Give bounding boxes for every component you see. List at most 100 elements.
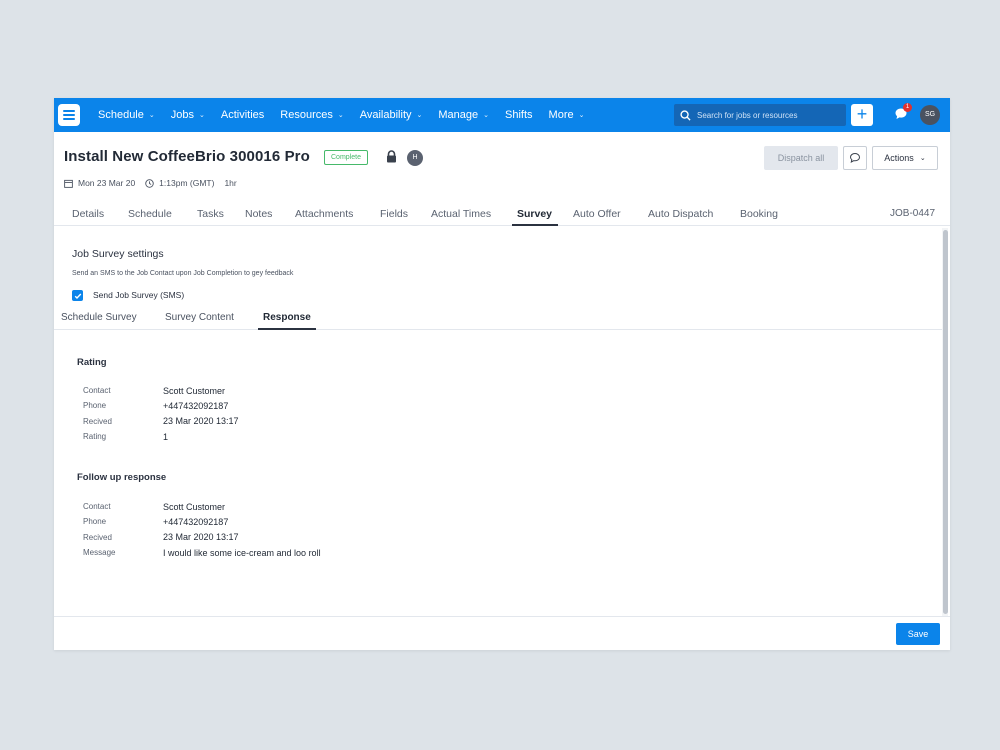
rating-contact: Scott Customer xyxy=(163,385,226,396)
nav-item-label: Manage xyxy=(438,109,479,121)
nav-item-schedule[interactable]: Schedule ⌄ xyxy=(98,109,155,121)
detail-row: Contact Scott Customer xyxy=(83,383,483,398)
chevron-down-icon: ⌄ xyxy=(483,112,490,119)
assignee-avatar[interactable]: H xyxy=(407,150,423,166)
nav-item-resources[interactable]: Resources ⌄ xyxy=(280,109,343,121)
user-avatar[interactable]: SG xyxy=(920,105,940,125)
rating-section-title: Rating xyxy=(77,357,107,368)
job-date: Mon 23 Mar 20 xyxy=(78,178,136,188)
actions-label: Actions xyxy=(884,153,914,163)
notification-badge: 1 xyxy=(903,103,912,112)
menu-logo-icon[interactable] xyxy=(58,104,80,126)
notifications-button[interactable]: 1 xyxy=(893,103,912,124)
detail-label: Message xyxy=(83,548,116,558)
tab-schedule[interactable]: Schedule xyxy=(128,208,172,220)
dispatch-all-button[interactable]: Dispatch all xyxy=(764,146,838,170)
detail-row: Message I would like some ice-cream and l… xyxy=(83,545,483,560)
chevron-down-icon: ⌄ xyxy=(416,112,423,119)
chevron-down-icon: ⌄ xyxy=(199,112,205,119)
search-box xyxy=(674,104,846,126)
nav-item-jobs[interactable]: Jobs ⌄ xyxy=(171,109,205,121)
add-button[interactable]: + xyxy=(851,104,873,126)
nav-item-label: Resources xyxy=(280,109,333,121)
detail-label: Recived xyxy=(83,532,112,542)
detail-label: Phone xyxy=(83,401,107,411)
follow-up-contact: Scott Customer xyxy=(163,501,226,512)
calendar-icon xyxy=(64,179,73,188)
send-survey-label: Send Job Survey (SMS) xyxy=(93,290,185,300)
active-tab-indicator xyxy=(512,224,558,226)
tab-actual-times[interactable]: Actual Times xyxy=(431,208,491,220)
nav-item-shifts[interactable]: Shifts xyxy=(505,109,533,121)
detail-row: Phone +447432092187 xyxy=(83,398,483,413)
search-icon xyxy=(680,109,691,121)
survey-subtabs: Schedule Survey Survey Content Response xyxy=(54,310,942,330)
job-tabs: Details Schedule Tasks Notes Attachments… xyxy=(54,202,950,226)
detail-label: Recived xyxy=(83,416,112,426)
tab-details[interactable]: Details xyxy=(72,208,104,220)
search-input[interactable] xyxy=(697,110,837,120)
rating-received: 23 Mar 2020 13:17 xyxy=(163,416,239,427)
page-title: Install New CoffeeBrio 300016 Pro xyxy=(64,148,310,165)
tab-attachments[interactable]: Attachments xyxy=(295,208,353,220)
rating-value: 1 xyxy=(163,431,169,442)
tab-booking[interactable]: Booking xyxy=(740,208,778,220)
follow-up-section-title: Follow up response xyxy=(77,472,167,483)
check-icon xyxy=(74,293,81,299)
job-meta: Mon 23 Mar 20 1:13pm (GMT) 1hr xyxy=(64,178,237,188)
tab-response[interactable]: Response xyxy=(263,312,311,323)
clock-icon xyxy=(145,178,154,188)
detail-label: Rating xyxy=(83,432,107,442)
status-badge: Complete xyxy=(324,150,368,165)
follow-up-details: Contact Scott Customer Phone +447432092187… xyxy=(83,499,483,560)
survey-settings-description: Send an SMS to the Job Contact upon Job … xyxy=(72,270,294,277)
tab-fields[interactable]: Fields xyxy=(380,208,408,220)
scrollbar-thumb[interactable] xyxy=(943,230,948,614)
nav-item-activities[interactable]: Activities xyxy=(221,109,264,121)
tab-notes[interactable]: Notes xyxy=(245,208,272,220)
follow-up-phone: +447432092187 xyxy=(163,516,229,527)
nav-item-label: Activities xyxy=(220,109,265,121)
tab-auto-offer[interactable]: Auto Offer xyxy=(573,208,621,220)
tab-survey[interactable]: Survey xyxy=(517,208,552,220)
top-nav: Schedule ⌄ Jobs ⌄ Activities Resources ⌄ Av… xyxy=(54,98,950,132)
job-duration: 1hr xyxy=(224,178,237,188)
rating-phone: +447432092187 xyxy=(163,400,229,411)
tab-auto-dispatch[interactable]: Auto Dispatch xyxy=(648,208,713,220)
comment-button[interactable] xyxy=(843,146,867,170)
comment-icon xyxy=(849,152,861,163)
nav-item-manage[interactable]: Manage ⌄ xyxy=(438,109,489,121)
footer-bar: Save xyxy=(54,616,950,650)
lock-icon[interactable] xyxy=(386,150,397,168)
job-id: JOB-0447 xyxy=(890,208,936,219)
chevron-down-icon: ⌄ xyxy=(919,155,926,162)
send-survey-checkbox[interactable] xyxy=(72,290,83,301)
detail-row: Recived 23 Mar 2020 13:17 xyxy=(83,530,483,545)
nav-item-more[interactable]: More ⌄ xyxy=(549,109,585,121)
follow-up-received: 23 Mar 2020 13:17 xyxy=(163,532,239,543)
nav-item-label: More xyxy=(548,109,574,121)
detail-label: Contact xyxy=(83,502,111,512)
rating-details: Contact Scott Customer Phone +447432092187… xyxy=(83,383,483,444)
nav-item-label: Jobs xyxy=(170,109,194,121)
survey-settings-title: Job Survey settings xyxy=(72,248,164,260)
chevron-down-icon: ⌄ xyxy=(337,112,344,119)
actions-dropdown[interactable]: Actions ⌄ xyxy=(872,146,938,170)
nav-item-label: Availability xyxy=(359,109,412,121)
job-time: 1:13pm (GMT) xyxy=(159,178,215,188)
save-button[interactable]: Save xyxy=(896,623,940,645)
detail-label: Contact xyxy=(83,386,111,396)
tab-survey-content[interactable]: Survey Content xyxy=(165,312,234,323)
tab-tasks[interactable]: Tasks xyxy=(197,208,224,220)
active-subtab-indicator xyxy=(258,328,316,330)
nav-item-availability[interactable]: Availability ⌄ xyxy=(360,109,423,121)
nav-menu: Schedule ⌄ Jobs ⌄ Activities Resources ⌄ Av… xyxy=(98,109,600,121)
detail-row: Contact Scott Customer xyxy=(83,499,483,514)
tab-schedule-survey[interactable]: Schedule Survey xyxy=(61,312,137,323)
detail-row: Phone +447432092187 xyxy=(83,514,483,529)
nav-item-label: Shifts xyxy=(505,109,533,121)
follow-up-message: I would like some ice-cream and loo roll xyxy=(163,547,321,558)
chevron-down-icon: ⌄ xyxy=(148,112,155,119)
nav-item-label: Schedule xyxy=(98,109,144,121)
chevron-down-icon: ⌄ xyxy=(578,112,585,119)
